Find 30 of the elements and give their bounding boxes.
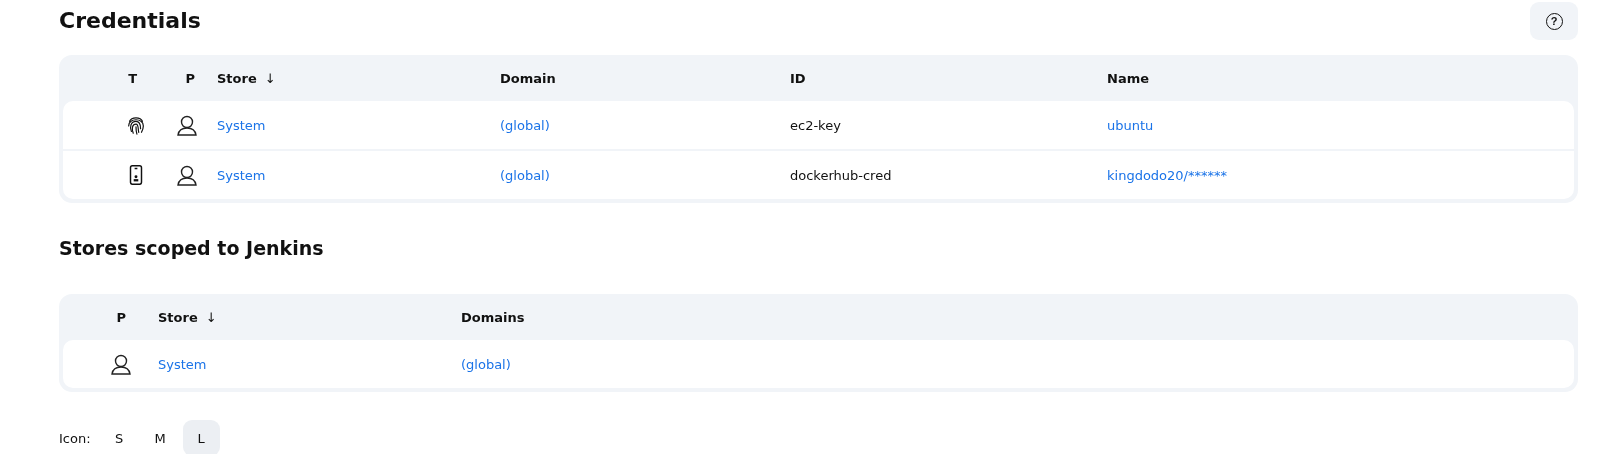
column-header: Name: [1107, 70, 1149, 86]
column-header: T: [127, 70, 138, 86]
icon-size-option[interactable]: L: [182, 420, 220, 454]
column-header: P: [185, 70, 196, 86]
person-icon: [175, 163, 199, 187]
store-link[interactable]: System: [158, 356, 207, 372]
column-header: Domains: [461, 309, 525, 325]
page-title: Credentials: [59, 7, 201, 33]
column-header[interactable]: Store ↓: [217, 70, 276, 86]
domain-link[interactable]: (global): [500, 117, 550, 133]
column-header: P: [115, 309, 127, 325]
column-header: Domain: [500, 70, 556, 86]
fingerprint-icon: [125, 114, 147, 136]
table-cell: dockerhub-cred: [790, 167, 892, 183]
table-cell: ec2-key: [790, 117, 841, 133]
help-button[interactable]: ?: [1530, 2, 1578, 40]
section-title: Stores scoped to Jenkins: [59, 237, 325, 259]
icon-size-option[interactable]: M: [141, 420, 179, 454]
store-link[interactable]: System: [217, 167, 266, 183]
credential-link[interactable]: kingdodo20/******: [1107, 167, 1227, 183]
column-header[interactable]: Store ↓: [158, 309, 217, 325]
person-icon: [175, 113, 199, 137]
icon-size-option[interactable]: S: [100, 420, 138, 454]
credential-link[interactable]: ubuntu: [1107, 117, 1154, 133]
person-icon: [108, 352, 133, 376]
domain-link[interactable]: (global): [500, 167, 550, 183]
store-link[interactable]: System: [217, 117, 266, 133]
domain-link[interactable]: (global): [461, 356, 511, 372]
icon-size-label: Icon:: [59, 430, 91, 446]
column-header: ID: [790, 70, 806, 86]
